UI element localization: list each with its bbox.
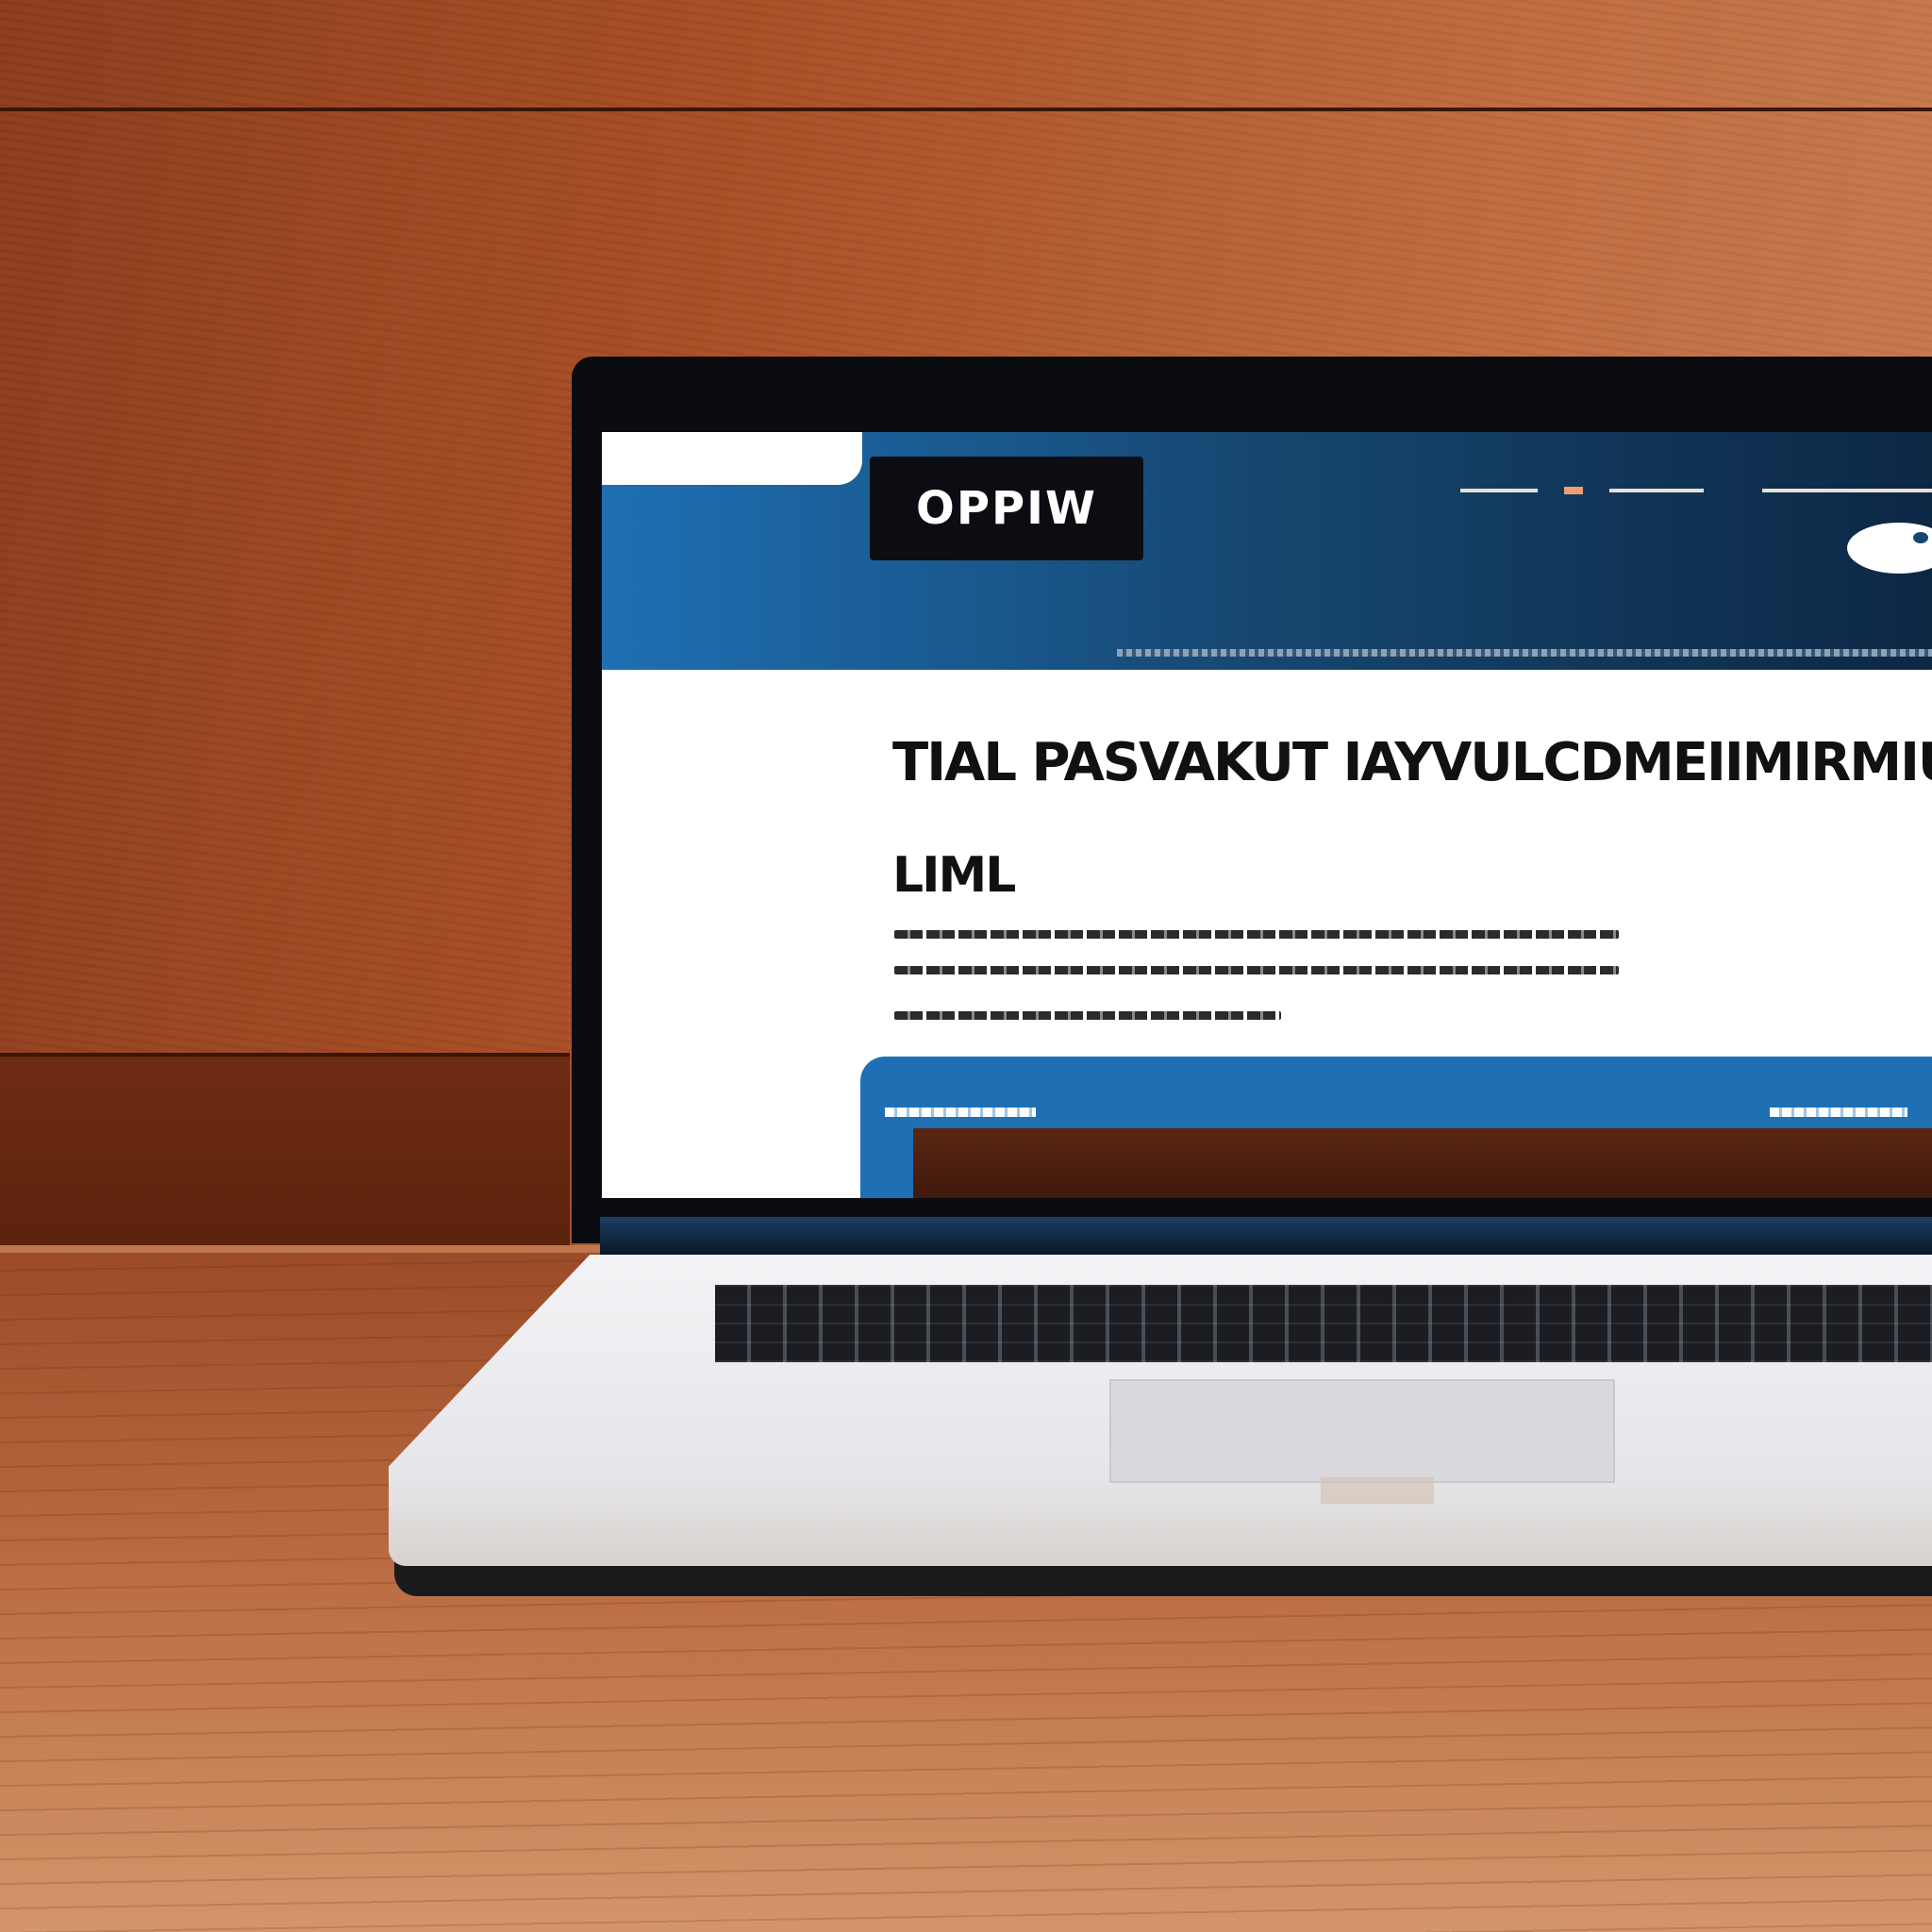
body-text-line xyxy=(894,1011,1281,1020)
keyboard-rows xyxy=(715,1285,1932,1362)
plank-seam-middle xyxy=(0,1053,570,1057)
page-headline-second-line: LIML xyxy=(892,847,1016,904)
laptop-front-notch xyxy=(1321,1477,1434,1504)
oval-icon-dot xyxy=(1913,532,1928,543)
nav-item-2[interactable] xyxy=(1564,487,1583,494)
laptop-hinge xyxy=(600,1217,1932,1255)
site-nav xyxy=(1460,479,1932,500)
site-logo[interactable]: OPPIW xyxy=(870,457,1143,560)
panel-label-right xyxy=(1770,1108,1907,1117)
page-headline: TIAL PASVAKUT IAYVULCDMEIIMIRMIUMIS LAIE… xyxy=(892,732,1932,793)
body-text-line xyxy=(894,930,1619,939)
hero-corner-shape xyxy=(602,432,862,485)
site-logo-text: OPPIW xyxy=(916,482,1097,535)
body-text-line xyxy=(894,966,1619,974)
oval-icon[interactable] xyxy=(1847,523,1932,574)
plank-seam-top xyxy=(0,108,1932,111)
website-hero-banner: OPPIW xyxy=(602,432,1932,670)
laptop-trackpad[interactable] xyxy=(1109,1379,1615,1483)
screen-reflection xyxy=(913,1128,1932,1198)
nav-item-3[interactable] xyxy=(1609,489,1704,492)
laptop-screen: OPPIW TIAL PASVAKUT IAYVULCDMEIIMIRMIUMI… xyxy=(602,432,1932,1198)
nav-item-1[interactable] xyxy=(1460,489,1538,492)
panel-label-left xyxy=(885,1108,1036,1117)
laptop-keyboard[interactable] xyxy=(715,1285,1932,1362)
hero-bottom-strip xyxy=(1117,649,1932,657)
nav-item-4[interactable] xyxy=(1762,489,1932,492)
lower-wood-panel xyxy=(0,1057,570,1255)
